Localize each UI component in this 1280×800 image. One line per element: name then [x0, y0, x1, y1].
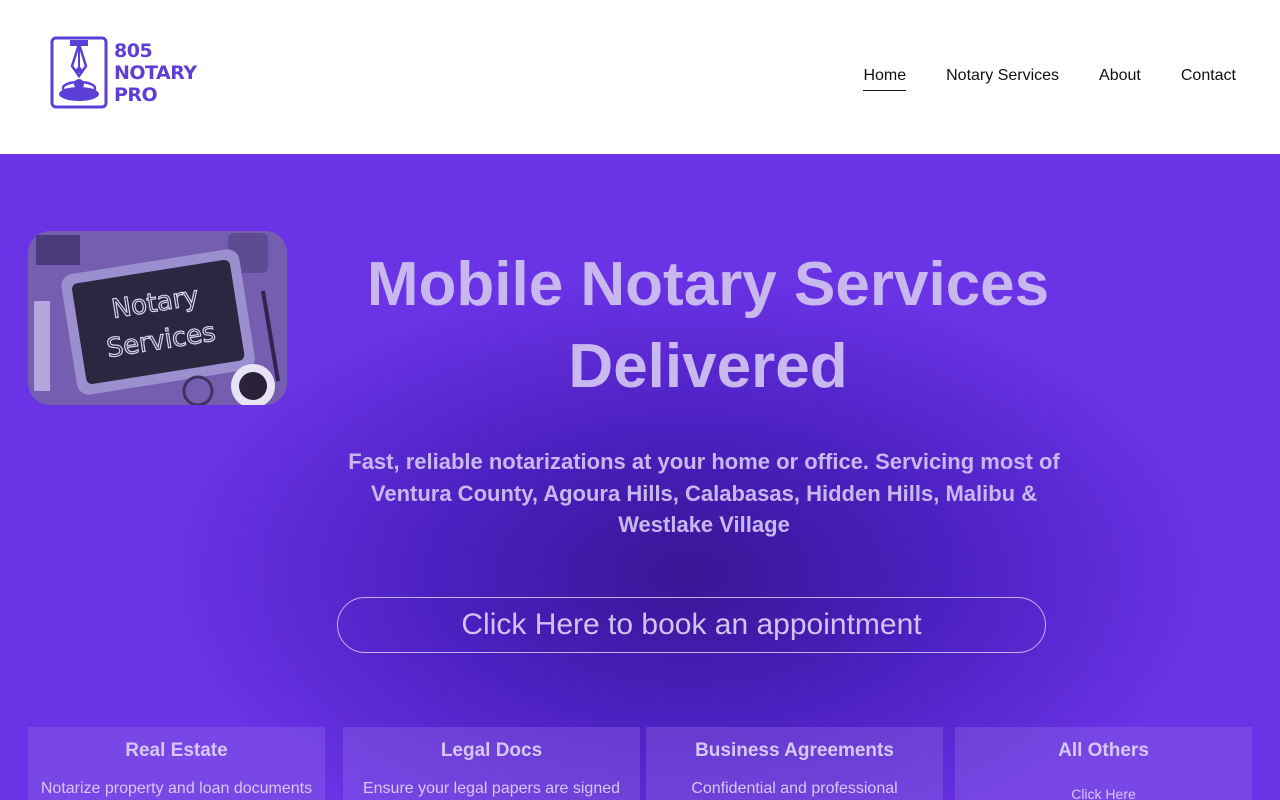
card-text: Ensure your legal papers are signed	[362, 780, 621, 797]
notary-pen-logo-icon	[50, 36, 108, 109]
service-cards: Real Estate Notarize property and loan d…	[0, 727, 1280, 800]
hero-title: Mobile Notary Services Delivered	[308, 244, 1108, 408]
hero-subtitle: Fast, reliable notarizations at your hom…	[348, 449, 1060, 537]
card-real-estate[interactable]: Real Estate Notarize property and loan d…	[28, 727, 325, 800]
card-title: Real Estate	[125, 740, 228, 761]
chalkboard-illustration: Notary Services	[28, 231, 287, 405]
nav-home[interactable]: Home	[863, 66, 907, 91]
main-nav: Home Notary Services About Contact	[823, 66, 1236, 91]
card-business-agreements[interactable]: Business Agreements Confidential and pro…	[646, 727, 943, 800]
nav-about[interactable]: About	[1099, 66, 1141, 91]
card-text: Confidential and professional	[691, 780, 898, 797]
hero-title-line-2: Delivered	[568, 332, 848, 401]
hero-section: Notary Services Mobile Notary Services D…	[0, 154, 1280, 800]
card-title: Legal Docs	[440, 740, 543, 761]
nav-contact[interactable]: Contact	[1181, 66, 1236, 91]
site-header: 805 NOTARY PRO Home Notary Services Abou…	[0, 0, 1280, 154]
notary-services-image: Notary Services	[28, 231, 287, 405]
logo-wordmark: 805 NOTARY PRO	[114, 40, 197, 106]
card-title: All Others	[1058, 740, 1149, 761]
card-all-others[interactable]: All Others Click Here	[955, 727, 1252, 800]
logo-line-2: NOTARY	[114, 62, 197, 84]
card-text: Notarize property and loan documents	[40, 780, 313, 797]
logo-line-1: 805	[114, 40, 153, 62]
nav-notary-services[interactable]: Notary Services	[946, 66, 1059, 91]
hero-title-line-1: Mobile Notary Services	[366, 250, 1050, 319]
book-appointment-button[interactable]: Click Here to book an appointment	[337, 597, 1046, 653]
card-legal-docs[interactable]: Legal Docs Ensure your legal papers are …	[343, 727, 640, 800]
logo-line-3: PRO	[114, 84, 158, 106]
card-link-text[interactable]: Click Here	[955, 784, 1252, 800]
card-title: Business Agreements	[695, 740, 894, 761]
site-logo[interactable]: 805 NOTARY PRO	[50, 36, 200, 112]
